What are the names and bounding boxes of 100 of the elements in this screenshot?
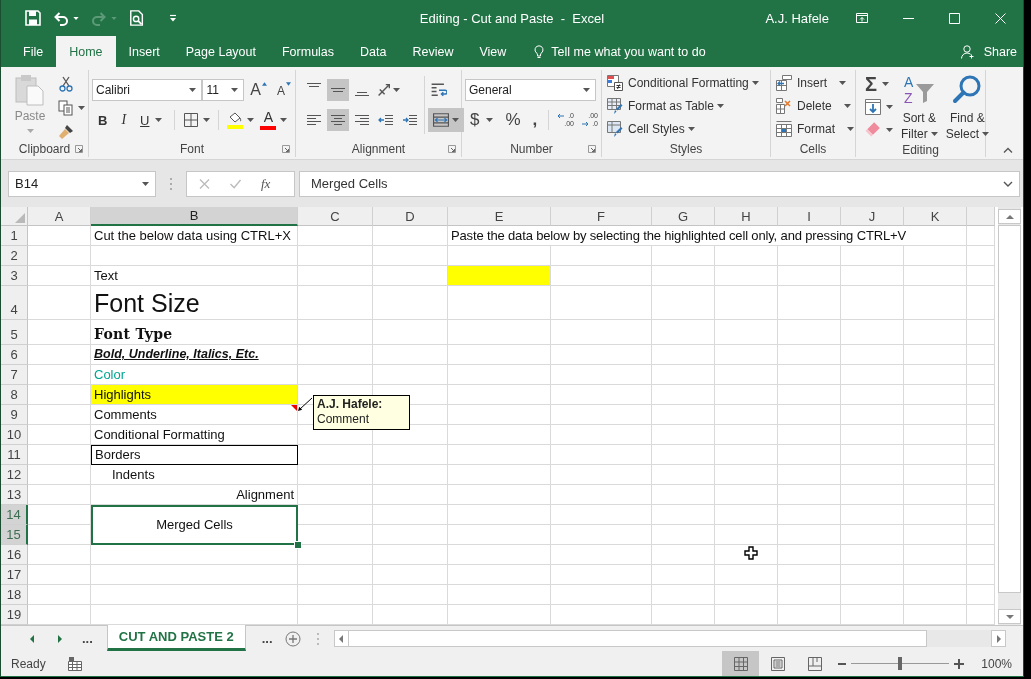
table-cell[interactable] (448, 266, 551, 286)
cross-icon (199, 178, 210, 189)
row-header[interactable]: 3 (1, 266, 28, 286)
row-header[interactable]: 5 (1, 320, 28, 345)
align-center-button[interactable] (327, 109, 349, 131)
dialog-launcher-button[interactable] (282, 145, 290, 153)
scroll-down-button[interactable] (998, 609, 1021, 624)
insert-function-button[interactable]: fx (261, 175, 271, 192)
caret-icon (751, 81, 759, 85)
column-header[interactable]: K (904, 207, 967, 226)
zoom-level[interactable]: 100% (981, 656, 1012, 671)
name-box[interactable]: B14 (8, 170, 156, 197)
table-cell[interactable]: Borders (91, 445, 298, 465)
column-header[interactable]: D (373, 207, 448, 226)
more-sheets-button[interactable]: ... (74, 626, 101, 651)
column-header[interactable]: C (298, 207, 373, 226)
dialog-launcher-button[interactable] (588, 145, 596, 153)
column-header[interactable]: I (778, 207, 841, 226)
align-middle-icon (330, 88, 346, 92)
column-header[interactable]: A (28, 207, 91, 226)
dialog-launcher-button[interactable] (75, 145, 83, 153)
row-header[interactable]: 19 (1, 605, 28, 625)
caret-icon (452, 118, 459, 122)
ribbon-tab[interactable]: View (466, 36, 520, 67)
sort-filter-button[interactable]: A Z Sort & Filter (899, 74, 940, 142)
plus-cursor-icon (744, 546, 759, 561)
more-sheets-button[interactable]: ... (253, 626, 281, 651)
column-header[interactable]: B (91, 207, 298, 226)
scroll-left-button[interactable] (333, 630, 349, 647)
row-header[interactable]: 10 (1, 425, 28, 445)
format-as-table-button[interactable]: Format as Table (607, 96, 770, 116)
row-header[interactable]: 12 (1, 465, 28, 485)
underline-button[interactable]: U (134, 109, 169, 131)
caret-icon (189, 88, 197, 92)
ribbon-tab[interactable]: Data (347, 36, 400, 67)
borders-button[interactable] (181, 111, 213, 129)
row-header[interactable]: 2 (1, 246, 28, 266)
row-header[interactable]: 15 (1, 525, 28, 545)
merge-center-button[interactable] (428, 108, 464, 132)
row-header[interactable]: 4 (1, 286, 28, 320)
row-header[interactable]: 16 (1, 545, 28, 565)
fill-handle[interactable] (294, 541, 302, 549)
row-header[interactable]: 14 (1, 505, 28, 525)
increase-font-size-button[interactable]: A (246, 79, 271, 101)
row-header[interactable]: 1 (1, 226, 28, 246)
row-header[interactable]: 9 (1, 405, 28, 425)
sheet-tab[interactable]: CUT AND PASTE 2 (106, 625, 246, 651)
row-header[interactable]: 11 (1, 445, 28, 465)
table-cell[interactable]: Highlights (91, 385, 298, 405)
ribbon-tab[interactable]: Formulas (268, 36, 348, 67)
row-header[interactable]: 8 (1, 385, 28, 405)
bold-button[interactable]: B (92, 109, 114, 131)
row-header[interactable]: 17 (1, 565, 28, 585)
align-middle-button[interactable] (327, 79, 349, 101)
conditional-formatting-button[interactable]: Conditional Formatting (607, 73, 770, 93)
corner-arrow-icon (75, 145, 83, 153)
scroll-right-button[interactable] (991, 630, 1006, 647)
column-header[interactable]: F (551, 207, 652, 226)
column-header[interactable]: G (652, 207, 715, 226)
row-header[interactable]: 18 (1, 585, 28, 605)
column-header[interactable]: E (448, 207, 551, 226)
percent-button[interactable]: % (500, 109, 526, 131)
column-header[interactable]: J (841, 207, 904, 226)
column-header[interactable]: H (715, 207, 778, 226)
comma-style-button[interactable]: , (527, 109, 543, 131)
share-button[interactable]: Share (960, 36, 1023, 67)
autosum-button[interactable]: Σ (863, 74, 895, 94)
zoom-slider-thumb[interactable] (898, 657, 903, 670)
cell-styles-button[interactable]: Cell Styles (607, 119, 770, 139)
row-header[interactable]: 6 (1, 345, 28, 365)
ribbon-tab[interactable]: Page Layout (172, 36, 269, 67)
dialog-launcher-button[interactable] (448, 145, 456, 153)
scroll-up-button[interactable] (998, 209, 1021, 224)
italic-button[interactable]: I (115, 109, 133, 131)
caret-icon (886, 128, 893, 132)
decrease-font-size-button[interactable]: A (273, 79, 295, 101)
ribbon-tab[interactable]: Insert (115, 36, 173, 67)
normal-view-button[interactable] (722, 651, 760, 676)
ribbon-tab[interactable]: Home (56, 36, 116, 67)
font-color-button[interactable]: A (258, 108, 290, 132)
delete-cells-button[interactable]: Delete (776, 96, 855, 116)
currency-button[interactable]: $ (465, 109, 499, 131)
font-size-dropdown[interactable]: 11 (202, 79, 245, 101)
find-select-button[interactable]: Find & Select (943, 74, 992, 142)
font-name-dropdown[interactable]: Calibri (92, 79, 203, 101)
formula-input[interactable]: Merged Cells (299, 170, 1020, 197)
copy-button[interactable] (56, 99, 87, 117)
ribbon-tab[interactable]: Review (399, 36, 467, 67)
tell-me-search[interactable]: Tell me what you want to do (534, 36, 706, 67)
format-cells-button[interactable]: Format (776, 119, 855, 139)
fill-button[interactable] (863, 97, 895, 117)
page-icon (770, 656, 785, 671)
ribbon-tab[interactable]: File (10, 36, 57, 67)
table-cell[interactable]: Merged Cells (91, 505, 298, 545)
insert-cells-button[interactable]: Insert (776, 73, 855, 93)
number-format-dropdown[interactable]: General (465, 79, 596, 101)
row-header[interactable]: 13 (1, 485, 28, 505)
row-header[interactable]: 7 (1, 365, 28, 385)
collapse-ribbon-button[interactable] (1003, 147, 1013, 153)
close-icon (994, 12, 1006, 24)
